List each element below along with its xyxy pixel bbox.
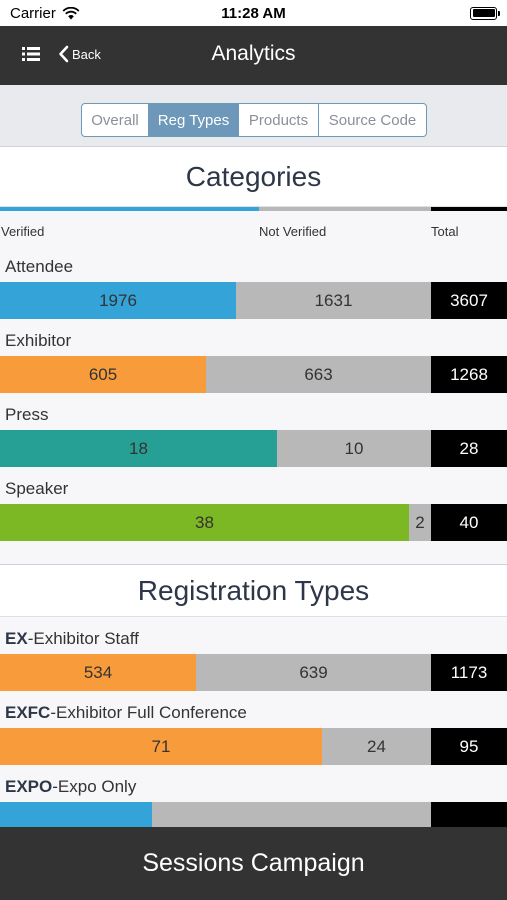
verified-segment: 605 xyxy=(0,356,206,393)
categories-title: Categories xyxy=(0,147,507,207)
verified-segment: 18 xyxy=(0,430,277,467)
total-segment: 3607 xyxy=(431,282,507,319)
total-segment: 95 xyxy=(431,728,507,765)
wifi-icon xyxy=(62,6,80,19)
reg-type-label: EXPO-Expo Only xyxy=(0,771,507,802)
legend-verified: Verified xyxy=(1,224,45,239)
back-label: Back xyxy=(72,46,101,62)
not-verified-segment: 2 xyxy=(409,504,431,541)
carrier-label: Carrier xyxy=(10,4,56,22)
total-segment xyxy=(431,802,507,827)
not-verified-segment xyxy=(152,802,431,827)
analytics-content[interactable]: Categories Verified Not Verified Total A… xyxy=(0,147,507,827)
verified-segment: 71 xyxy=(0,728,322,765)
category-bar[interactable]: 38 2 40 xyxy=(0,504,507,541)
reg-type-name: -Exhibitor Full Conference xyxy=(50,703,247,722)
total-segment: 28 xyxy=(431,430,507,467)
not-verified-segment: 10 xyxy=(277,430,431,467)
reg-type-name: -Expo Only xyxy=(52,777,137,796)
section-divider xyxy=(0,541,507,565)
registration-type-list: EX-Exhibitor Staff 534 639 1173 EXFC-Exhibit… xyxy=(0,623,507,827)
nav-bar: Back Analytics xyxy=(0,26,507,85)
tab-source-code[interactable]: Source Code xyxy=(319,104,426,136)
status-bar: Carrier 11:28 AM xyxy=(0,0,507,26)
category-bar[interactable]: 1976 1631 3607 xyxy=(0,282,507,319)
category-label: Speaker xyxy=(5,479,69,498)
verified-segment: 534 xyxy=(0,654,196,691)
not-verified-segment: 24 xyxy=(322,728,431,765)
category-list: Attendee 1976 1631 3607 Exhibitor 605 663 1268 P… xyxy=(0,251,507,541)
status-left: Carrier xyxy=(10,5,80,22)
reg-type-bar[interactable]: 534 639 1173 xyxy=(0,654,507,691)
reg-type-code: EXPO xyxy=(5,777,53,796)
verified-segment: 1976 xyxy=(0,282,236,319)
category-label: Press xyxy=(5,405,49,424)
reg-type-code: EXFC xyxy=(5,703,51,722)
sessions-campaign-button[interactable]: Sessions Campaign xyxy=(0,827,507,900)
total-segment: 1173 xyxy=(431,654,507,691)
reg-type-code: EX xyxy=(5,629,28,648)
category-label: Exhibitor xyxy=(5,331,72,350)
not-verified-segment: 639 xyxy=(196,654,431,691)
tab-overall[interactable]: Overall xyxy=(82,104,149,136)
total-segment: 40 xyxy=(431,504,507,541)
tab-reg-types[interactable]: Reg Types xyxy=(149,104,239,136)
legend-total: Total xyxy=(431,224,459,239)
legend-not-verified: Not Verified xyxy=(259,224,327,239)
list-menu-icon[interactable] xyxy=(22,46,40,62)
reg-type-label: EXFC-Exhibitor Full Conference xyxy=(0,697,507,728)
reg-type-bar[interactable]: 71 24 95 xyxy=(0,728,507,765)
verified-segment: 38 xyxy=(0,504,409,541)
back-button[interactable]: Back xyxy=(58,45,101,63)
category-bar[interactable]: 605 663 1268 xyxy=(0,356,507,393)
category-label: Attendee xyxy=(5,257,74,276)
segmented-control: Overall Reg Types Products Source Code xyxy=(81,103,427,137)
reg-type-label: EX-Exhibitor Staff xyxy=(0,623,507,654)
verified-segment xyxy=(0,802,152,827)
category-bar[interactable]: 18 10 28 xyxy=(0,430,507,467)
segment-area: Overall Reg Types Products Source Code xyxy=(0,85,507,147)
total-segment: 1268 xyxy=(431,356,507,393)
legend: Verified Not Verified Total xyxy=(0,211,507,245)
reg-type-name: -Exhibitor Staff xyxy=(27,629,139,648)
tab-products[interactable]: Products xyxy=(239,104,319,136)
not-verified-segment: 663 xyxy=(206,356,431,393)
reg-type-bar[interactable] xyxy=(0,802,507,827)
battery-icon xyxy=(470,6,500,20)
chevron-left-icon xyxy=(59,45,69,63)
not-verified-segment: 1631 xyxy=(236,282,431,319)
registration-types-title: Registration Types xyxy=(0,565,507,617)
